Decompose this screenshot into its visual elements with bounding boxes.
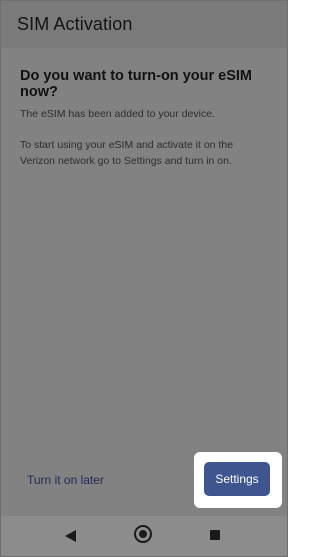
settings-highlight: Settings (194, 452, 282, 508)
settings-button[interactable]: Settings (204, 462, 270, 496)
added-message: The eSIM has been added to your device. (20, 108, 215, 120)
recents-icon[interactable] (210, 530, 220, 540)
content-area: Do you want to turn-on your eSIM now? Th… (1, 48, 287, 516)
home-icon[interactable] (134, 525, 152, 543)
turn-on-later-button[interactable]: Turn it on later (27, 473, 104, 487)
phone-screen: SIM Activation Do you want to turn-on yo… (0, 0, 288, 557)
navigation-bar (1, 516, 287, 556)
dialog-heading: Do you want to turn-on your eSIM now? (20, 68, 252, 100)
instructions-message: To start using your eSIM and activate it… (20, 139, 234, 167)
back-icon[interactable] (65, 530, 76, 542)
app-bar-title: SIM Activation (17, 14, 133, 34)
app-bar: SIM Activation (1, 1, 287, 48)
